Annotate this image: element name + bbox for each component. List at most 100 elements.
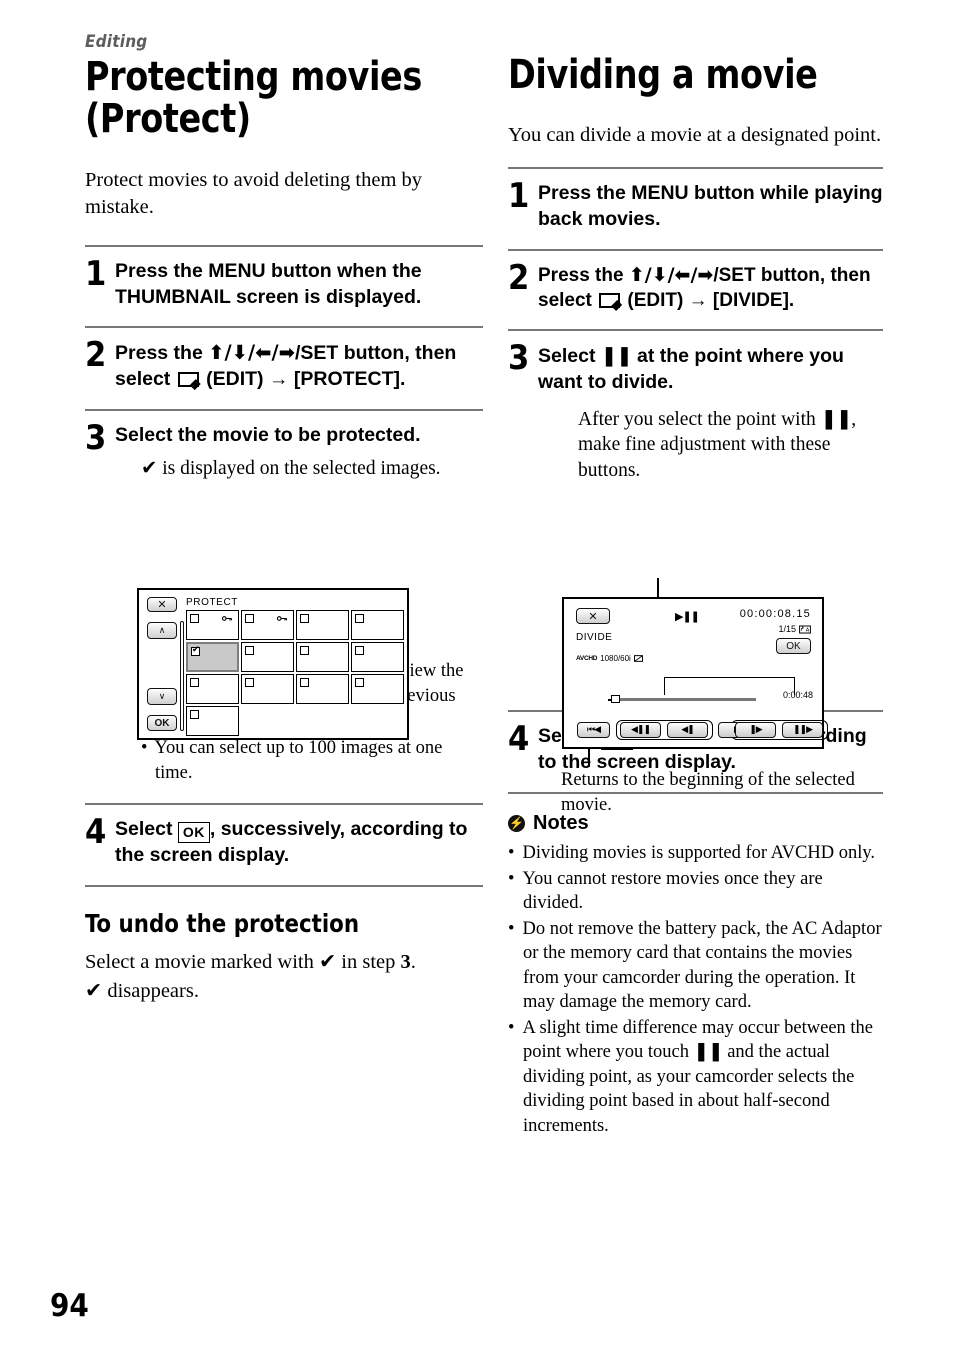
thumbnail-cell[interactable] — [296, 642, 349, 672]
right-page-title: Dividing a movie — [508, 52, 818, 98]
bullet-item: You can select up to 100 images at one t… — [141, 736, 483, 785]
thumbnail-cell[interactable] — [351, 642, 404, 672]
thumbnail-checkbox[interactable] — [245, 678, 254, 687]
step-text: Select OK, successively, according to th… — [115, 817, 483, 869]
playback-progress-slider[interactable] — [608, 695, 756, 703]
thumbnail-cell[interactable] — [186, 610, 239, 640]
figure-leader-line-bottom — [588, 749, 590, 767]
step-number: 2 — [508, 257, 530, 298]
thumbnail-checkbox[interactable] — [300, 678, 309, 687]
undo-text-4: disappears. — [102, 979, 199, 1002]
thumbnail-cell[interactable] — [351, 674, 404, 704]
avchd-logo: AVCHD — [576, 655, 598, 662]
frame-forward-button[interactable]: ❚❚▶ — [782, 722, 823, 738]
step-text-post: (EDIT) → [PROTECT]. — [200, 368, 406, 391]
divider — [85, 884, 483, 887]
clip-counter: 1/15 A — [778, 624, 811, 634]
thumbnail-row — [186, 610, 404, 640]
step-text-post: (EDIT) → [DIVIDE]. — [622, 289, 795, 311]
step-forward-button[interactable]: ❚▶ — [735, 722, 776, 738]
pause-icon: ❚❚ — [600, 344, 633, 368]
notes-list: Dividing movies is supported for AVCHD o… — [508, 841, 883, 1138]
protect-ok-button[interactable]: OK — [147, 715, 177, 731]
divide-step-3-subtext: After you select the point with ❚❚, make… — [578, 406, 883, 485]
step-text: Press the MENU button while playing back… — [538, 182, 883, 231]
svg-text:A: A — [806, 627, 810, 633]
check-icon: ✔ — [318, 948, 337, 973]
step-number: 1 — [85, 253, 107, 294]
playback-source-icon: A — [799, 624, 811, 633]
undo-text: Select a movie marked with ✔ in step 3. … — [85, 948, 483, 1006]
divide-step-2: 2 Press the ⬆/⬇/⬅/➡/SET button, then sel… — [508, 251, 883, 329]
protect-close-button[interactable]: ✕ — [147, 597, 177, 612]
thumbnail-cell[interactable] — [241, 610, 294, 640]
step-text-pre: Select — [115, 818, 178, 841]
note-item: Do not remove the battery pack, the AC A… — [508, 917, 883, 1015]
divide-close-button[interactable]: ✕ — [576, 608, 610, 624]
thumbnail-cell[interactable] — [186, 706, 239, 736]
step-text: Press the MENU button when the THUMBNAIL… — [115, 259, 422, 308]
step-text-pre: Press the — [115, 342, 209, 365]
dpad-keys: ⬆/⬇/⬅/➡ — [208, 341, 295, 365]
thumbnail-cell[interactable] — [186, 674, 239, 704]
protect-scrollbar[interactable] — [180, 621, 184, 731]
thumbnail-cell[interactable] — [296, 674, 349, 704]
total-duration-label: 0:00:48 — [782, 690, 813, 700]
dpad-keys: ⬆/⬇/⬅/➡ — [628, 263, 714, 286]
step-1: 1 Press the MENU button when the THUMBNA… — [85, 247, 483, 326]
thumbnail-checkbox[interactable] — [355, 646, 364, 655]
transport-button-row: ⏮◀ ◀❚❚ ◀❚ ▶ ❚▶ ❚❚▶ — [574, 720, 828, 740]
divide-format-label: AVCHD 1080/60i — [576, 654, 643, 663]
thumbnail-checkbox[interactable] — [300, 646, 309, 655]
format-value: 1080/60i — [600, 654, 631, 663]
pause-icon: ❚❚ — [693, 1041, 724, 1063]
step-text: Select the movie to be protected. — [115, 423, 421, 446]
protect-screen-title: PROTECT — [186, 597, 238, 608]
step-2: 2 Press the ⬆/⬇/⬅/➡/SET button, then sel… — [85, 328, 483, 408]
fine-adjust-bracket — [664, 677, 795, 695]
thumbnail-cell[interactable] — [241, 642, 294, 672]
slider-handle[interactable] — [608, 695, 620, 703]
step-text: Press the ⬆/⬇/⬅/➡/SET button, then selec… — [538, 263, 883, 313]
step-number: 3 — [508, 338, 530, 379]
bullet-text: You can select up to 100 images at one t… — [154, 738, 443, 783]
thumbnail-checkbox[interactable] — [300, 614, 309, 623]
thumbnail-checkbox[interactable] — [355, 678, 364, 687]
thumbnail-checkbox[interactable] — [245, 646, 254, 655]
thumbnail-cell[interactable] — [296, 610, 349, 640]
left-intro-text: Protect movies to avoid deleting them by… — [85, 168, 423, 218]
media-icon — [633, 655, 643, 662]
play-pause-status-icon: ▶❚❚ — [675, 610, 700, 623]
thumbnail-checkbox-checked[interactable] — [191, 645, 200, 656]
return-to-beginning-button[interactable]: ⏮◀ — [577, 722, 610, 738]
protect-screen: ✕ ∧ ∨ OK PROTECT — [137, 588, 409, 740]
thumbnail-checkbox[interactable] — [190, 614, 199, 623]
step-back-button[interactable]: ◀❚ — [667, 722, 708, 738]
divide-screen: ✕ DIVIDE AVCHD 1080/60i ▶❚❚ 00:00:08.15 … — [562, 597, 828, 749]
note-item: Dividing movies is supported for AVCHD o… — [508, 841, 883, 866]
page-number: 94 — [50, 1288, 89, 1324]
manual-page: Editing Protecting movies (Protect) Prot… — [0, 0, 954, 1357]
subtext-pre: After you select the point with — [578, 408, 821, 430]
left-column: Editing Protecting movies (Protect) Prot… — [85, 32, 483, 1006]
step-number: 4 — [508, 719, 530, 760]
slider-track — [617, 698, 756, 701]
thumbnail-checkbox[interactable] — [190, 678, 199, 687]
protect-scroll-down-button[interactable]: ∨ — [147, 688, 177, 705]
thumbnail-checkbox[interactable] — [355, 614, 364, 623]
divide-ok-button[interactable]: OK — [776, 638, 811, 654]
undo-text-2: in step — [336, 950, 401, 973]
thumbnail-cell[interactable] — [241, 674, 294, 704]
key-icon — [277, 616, 288, 621]
key-icon — [222, 616, 233, 621]
page-title: Protecting movies (Protect) — [85, 54, 422, 143]
thumbnail-checkbox[interactable] — [245, 614, 254, 623]
thumbnail-checkbox[interactable] — [190, 710, 199, 719]
protect-scroll-up-button[interactable]: ∧ — [147, 622, 177, 639]
thumbnail-cell-selected[interactable] — [186, 642, 239, 672]
frame-back-pause-button[interactable]: ◀❚❚ — [620, 722, 661, 738]
thumbnail-row — [186, 674, 404, 704]
step-3-subtext-label: is displayed on the selected images. — [157, 457, 441, 479]
thumbnail-cell[interactable] — [351, 610, 404, 640]
step-text-pre: Press the — [538, 264, 629, 286]
